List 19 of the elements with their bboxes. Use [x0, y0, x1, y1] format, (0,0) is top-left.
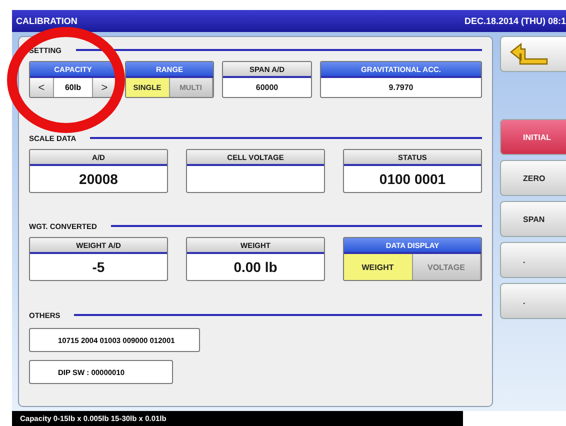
side-button[interactable]: . — [500, 242, 566, 278]
field-value: 0.00 lb — [232, 258, 278, 277]
side-button[interactable]: INITIAL — [500, 119, 566, 155]
field-value: 0100 0001 — [378, 170, 447, 189]
date-time: DEC.18.2014 (THU) 08:1 — [464, 16, 566, 26]
field-value: 9.7970 — [388, 82, 414, 94]
next-button[interactable]: > — [92, 78, 116, 97]
side-button[interactable]: ZERO — [500, 160, 566, 196]
field-value: 20008 — [78, 170, 119, 189]
field-value: 60000 — [254, 82, 280, 94]
previous-button[interactable]: < — [30, 78, 54, 97]
side-button[interactable]: SPAN — [500, 201, 566, 237]
return-arrow-icon — [509, 42, 549, 66]
side-button[interactable]: . — [500, 283, 566, 319]
back-button[interactable] — [500, 36, 566, 72]
window-title: CALIBRATION — [16, 16, 78, 26]
field-value: -5 — [91, 258, 106, 277]
field-value: 60lb — [64, 82, 82, 94]
option-button[interactable]: WEIGHT — [344, 254, 412, 280]
